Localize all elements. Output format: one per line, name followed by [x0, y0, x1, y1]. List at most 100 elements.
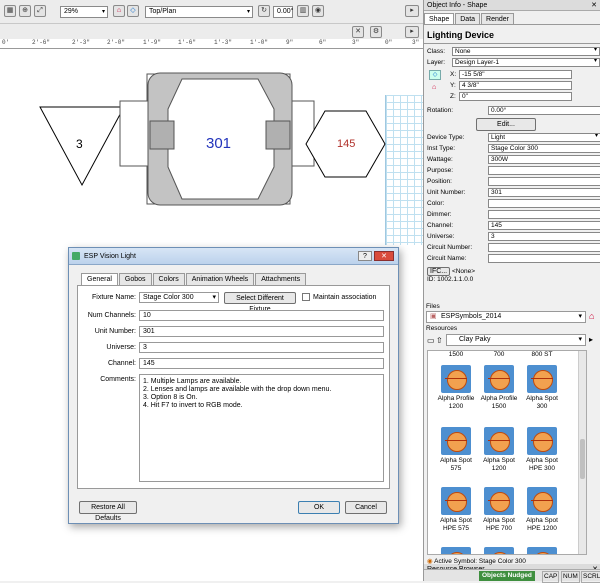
rotation-field[interactable]: 0.00° — [488, 106, 600, 115]
symbol-icon — [484, 487, 514, 515]
app-icon — [72, 252, 80, 260]
symbol-alpha-spot-1200[interactable]: Alpha Spot 1200 — [477, 427, 521, 473]
tab-render[interactable]: Render — [481, 13, 515, 24]
fixture-select[interactable]: Stage Color 300 ▾ — [139, 292, 219, 303]
symbol-alpha-profile-1200[interactable]: Alpha Profile 1200 — [434, 365, 478, 411]
folder-icon[interactable]: ▭ — [427, 336, 435, 345]
dimmer-field[interactable] — [488, 210, 600, 219]
zoom-icon[interactable]: ⊕ — [19, 5, 31, 17]
scrollbar[interactable] — [578, 351, 586, 554]
circuit-name-field[interactable] — [488, 254, 600, 263]
close-button[interactable]: ✕ — [374, 251, 394, 261]
wattage-field[interactable]: 300W — [488, 155, 600, 164]
tab-animation-wheels[interactable]: Animation Wheels — [185, 273, 255, 285]
class-select[interactable]: None — [452, 47, 600, 56]
list-item[interactable]: 1500 — [434, 351, 478, 359]
id-value: 1002.1.1.0.0 — [437, 276, 474, 283]
ifc-area: IFC... <None> ID: 1002.1.1.0.0 — [427, 267, 476, 283]
symbol-icon — [527, 365, 557, 393]
secondary-toolbar: ✕ ⚙ ▸ — [0, 24, 423, 39]
triangle-label: 3 — [76, 137, 83, 151]
file-icon: ▣ — [430, 313, 437, 320]
restore-defaults-button[interactable]: Restore All Defaults — [79, 501, 137, 522]
maintain-checkbox[interactable] — [302, 293, 310, 301]
tab-shape[interactable]: Shape — [424, 13, 455, 24]
status-badge: Objects Nudged — [479, 571, 535, 581]
esp-vision-dialog: ESP Vision Light ? ✕ General Gobos Color… — [68, 247, 399, 524]
symbol-alpha-spot-300[interactable]: Alpha Spot 300 — [520, 365, 564, 411]
symbol-alpha-spot-hpe-300[interactable]: Alpha Spot HPE 300 — [520, 427, 564, 473]
settings-icon[interactable]: ⚙ — [370, 26, 382, 38]
close-icon[interactable]: ✕ — [591, 0, 597, 11]
resource-thumbnails: 1500 700 800 ST Alpha Profile 1200 Alpha … — [427, 350, 587, 555]
channel-field[interactable]: 145 — [488, 221, 600, 230]
select-fixture-button[interactable]: Select Different Fixture — [224, 292, 296, 313]
list-item[interactable]: 700 — [477, 351, 521, 359]
render-icon[interactable]: ◉ — [312, 5, 324, 17]
view-icon[interactable]: ◇ — [127, 5, 139, 17]
num-channels-field[interactable]: 10 — [139, 310, 384, 321]
unit-number-field[interactable]: 301 — [488, 188, 600, 197]
z-field[interactable]: 0" — [459, 92, 572, 101]
snap-icon[interactable]: ▥ — [297, 5, 309, 17]
x-field[interactable]: -15 5/8" — [459, 70, 572, 79]
y-field[interactable]: 4 3/8" — [459, 81, 572, 90]
top-toolbar: ▦ ⊕ ⤢ 29% ▾ ⌂ ◇ Top/Plan ▾ ↻ 0.00° ▥ ◉ ▸ — [0, 0, 423, 24]
symbol-icon — [527, 427, 557, 455]
purpose-field[interactable] — [488, 166, 600, 175]
tab-colors[interactable]: Colors — [152, 273, 185, 285]
symbol-icon — [441, 427, 471, 455]
help-button[interactable]: ? — [358, 251, 372, 261]
snap-tool-icon[interactable]: ✕ — [352, 26, 364, 38]
unit-number-input[interactable]: 301 — [139, 326, 384, 337]
rotate-handle-icon[interactable]: ⌂ — [432, 84, 436, 91]
position-icon[interactable]: ◇ — [429, 70, 441, 80]
symbol-alpha-spot-hpe-1200[interactable]: Alpha Spot HPE 1200 — [520, 487, 564, 533]
symbol-small-icon: ◉ — [427, 558, 433, 565]
channel-label: 145 — [337, 138, 356, 150]
channel-input[interactable]: 145 — [139, 358, 384, 369]
fit-icon[interactable]: ⤢ — [34, 5, 46, 17]
tab-data[interactable]: Data — [455, 13, 481, 24]
menu-icon[interactable]: ▸ — [589, 335, 593, 344]
inst-type-field[interactable]: Stage Color 300 — [488, 144, 600, 153]
layer-select[interactable]: Design Layer-1 — [452, 58, 600, 67]
symbol-alpha-spot-575[interactable]: Alpha Spot 575 — [434, 427, 478, 473]
tab-gobos[interactable]: Gobos — [118, 273, 152, 285]
symbol-alpha-spot-hpe-575[interactable]: Alpha Spot HPE 575 — [434, 487, 478, 533]
circuit-number-field[interactable] — [488, 243, 600, 252]
folder-up-icon[interactable]: ⇧ — [436, 336, 443, 345]
device-type-select[interactable]: Light — [488, 133, 600, 142]
tool-expand-icon[interactable]: ▸ — [405, 26, 419, 38]
status-bar: Objects Nudged CAP NUM SCRL — [424, 569, 600, 583]
symbol-icon — [441, 487, 471, 515]
layer-icon[interactable]: ⌂ — [113, 5, 125, 17]
list-item[interactable]: 800 ST — [520, 351, 564, 359]
comments-textarea[interactable]: 1. Multiple Lamps are available. 2. Lens… — [139, 374, 384, 482]
home-icon[interactable]: ⌂ — [589, 311, 594, 321]
folder-select[interactable]: Clay Paky ▾ — [446, 334, 586, 346]
tab-general[interactable]: General — [81, 273, 118, 285]
color-field[interactable] — [488, 199, 600, 208]
rotate-icon[interactable]: ↻ — [258, 5, 270, 17]
position-field[interactable] — [488, 177, 600, 186]
toolbar-expand-icon[interactable]: ▸ — [405, 5, 419, 17]
right-panel: Object Info - Shape ✕ Shape Data Render L… — [423, 0, 600, 583]
symbol-alpha-profile-1500[interactable]: Alpha Profile 1500 — [477, 365, 521, 411]
view-select[interactable]: Top/Plan ▾ — [145, 6, 253, 18]
tab-attachments[interactable]: Attachments — [255, 273, 307, 285]
universe-input[interactable]: 3 — [139, 342, 384, 353]
universe-field[interactable]: 3 — [488, 232, 600, 241]
symbol-alpha-spot-hpe-700[interactable]: Alpha Spot HPE 700 — [477, 487, 521, 533]
ifc-button[interactable]: IFC... — [427, 267, 451, 276]
active-symbol: ◉ Active Symbol: Stage Color 300 — [427, 558, 526, 565]
cancel-button[interactable]: Cancel — [345, 501, 387, 514]
zoom-select[interactable]: 29% ▾ — [60, 6, 108, 18]
rotation-field[interactable]: 0.00° — [273, 6, 293, 18]
object-type-title: Lighting Device — [424, 27, 600, 44]
ok-button[interactable]: OK — [298, 501, 340, 514]
symbol-icon — [527, 487, 557, 515]
grid-icon[interactable]: ▦ — [4, 5, 16, 17]
edit-button[interactable]: Edit... — [476, 118, 536, 131]
symbol-icon — [484, 427, 514, 455]
